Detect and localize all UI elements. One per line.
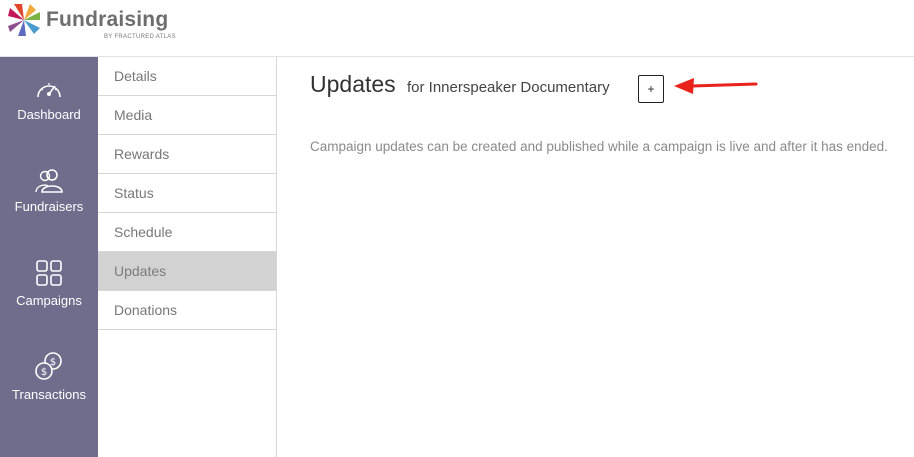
speedometer-icon	[37, 83, 61, 98]
subnav-item-details[interactable]: Details	[98, 57, 276, 96]
sidebar-item-label: Campaigns	[16, 293, 82, 308]
sidebar-item-label: Dashboard	[17, 107, 81, 122]
add-update-button[interactable]: +	[638, 75, 664, 103]
sidebar-item-dashboard[interactable]: Dashboard	[0, 77, 98, 157]
sidebar-item-label: Transactions	[12, 387, 86, 402]
subnav-item-rewards[interactable]: Rewards	[98, 135, 276, 174]
sidebar-item-label: Fundraisers	[14, 199, 84, 214]
app-header: Fundraising BY FRACTURED ATLAS	[0, 0, 914, 57]
brand-title[interactable]: Fundraising	[46, 8, 168, 32]
subnav-item-donations[interactable]: Donations	[98, 291, 276, 330]
page-title: Updates	[310, 71, 396, 97]
subnav-item-media[interactable]: Media	[98, 96, 276, 135]
sidebar-item-fundraisers[interactable]: Fundraisers	[0, 167, 98, 247]
main-content: Updates for Innerspeaker Documentary + C…	[278, 57, 914, 457]
page-subtitle: for Innerspeaker Documentary	[407, 79, 610, 96]
sidebar-item-campaigns[interactable]: Campaigns	[0, 259, 98, 339]
users-icon	[35, 169, 63, 193]
subnav-item-updates[interactable]: Updates	[98, 252, 276, 291]
main-sidebar: Dashboard Fundraisers Campaigns $ $ Tran…	[0, 57, 98, 457]
brand-subtitle: BY FRACTURED ATLAS	[104, 34, 176, 40]
subnav-item-schedule[interactable]: Schedule	[98, 213, 276, 252]
svg-text:$: $	[50, 357, 56, 368]
sidebar-item-transactions[interactable]: $ $ Transactions	[0, 351, 98, 431]
subnav-item-status[interactable]: Status	[98, 174, 276, 213]
campaign-subnav: Details Media Rewards Status Schedule Up…	[98, 57, 277, 457]
red-arrow-annotation-icon	[674, 78, 758, 94]
pinwheel-logo-icon[interactable]	[6, 2, 42, 38]
grid-icon	[36, 260, 62, 286]
coins-icon: $ $	[35, 352, 62, 380]
updates-info-text: Campaign updates can be created and publ…	[310, 139, 888, 154]
svg-text:$: $	[41, 367, 47, 378]
